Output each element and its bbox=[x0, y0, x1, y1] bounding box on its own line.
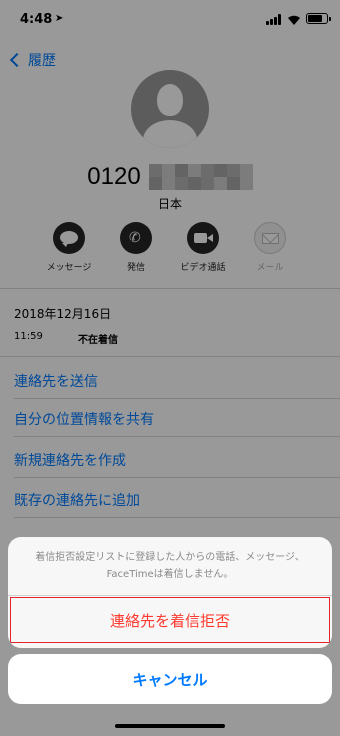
cancel-button[interactable]: キャンセル bbox=[8, 654, 332, 704]
home-indicator bbox=[115, 724, 225, 728]
divider bbox=[8, 595, 332, 596]
action-sheet-message: 着信拒否設定リストに登録した人からの電話、メッセージ、FaceTimeは着信しま… bbox=[35, 552, 305, 580]
block-contact-button[interactable]: 連絡先を着信拒否 bbox=[10, 597, 330, 643]
action-sheet: 着信拒否設定リストに登録した人からの電話、メッセージ、FaceTimeは着信しま… bbox=[8, 537, 332, 648]
